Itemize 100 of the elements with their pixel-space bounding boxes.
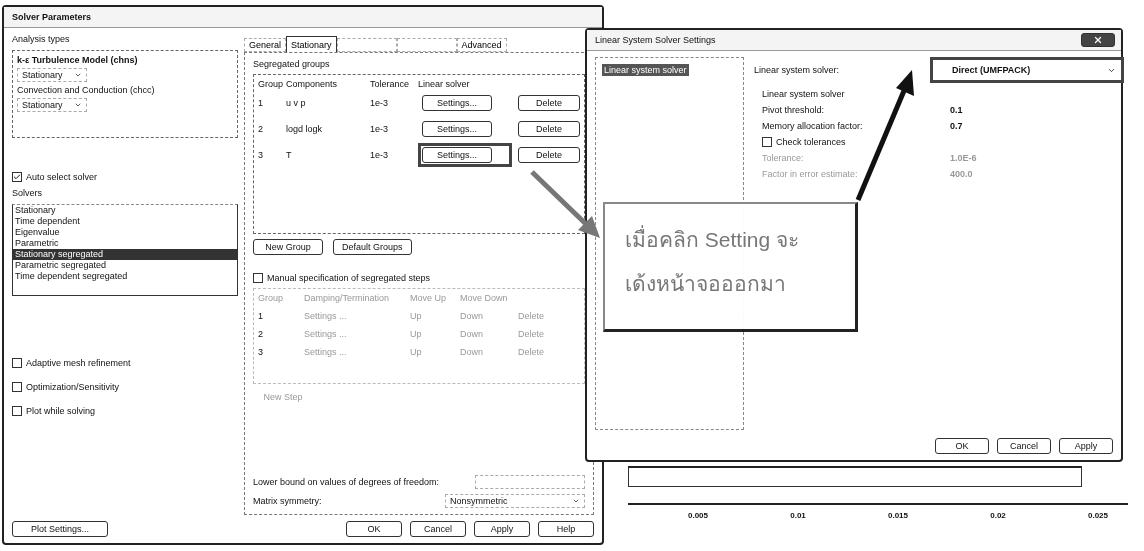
solver-item[interactable]: Time dependent	[13, 216, 237, 227]
field-value: 400.0	[950, 169, 974, 179]
field-value: 1.0E-6	[950, 153, 978, 163]
table-cell-text: Up	[410, 311, 423, 321]
checkbox-label: Plot while solving	[26, 406, 96, 416]
delete-button[interactable]: Delete	[518, 121, 580, 137]
checkbox[interactable]	[12, 406, 22, 416]
window-title: Solver Parameters	[12, 12, 92, 22]
dialog-button[interactable]: Apply	[474, 521, 530, 537]
table-cell-text: Delete	[518, 329, 545, 339]
solver-list[interactable]: Stationary Time dependent Eigenvalue Parametric Stationary segregated Parametric segregated Time dependent segregated	[12, 204, 238, 296]
axis-tick-label: 0.005	[688, 511, 709, 520]
dialog-button[interactable]: Cancel	[997, 438, 1051, 454]
table-cell-text: Settings ...	[304, 347, 348, 357]
table-cell-text: T	[286, 150, 293, 160]
pointer-arrow	[530, 170, 600, 238]
dialog-button[interactable]: OK	[935, 438, 989, 454]
dialog-button[interactable]: Apply	[1059, 438, 1113, 454]
table-cell-text: 3	[258, 347, 264, 357]
section-label: Linear system solver	[762, 89, 846, 99]
column-header: Group	[258, 293, 284, 303]
section-label: Segregated groups	[253, 59, 331, 69]
close-button[interactable]	[1081, 33, 1115, 47]
column-header: Components	[286, 79, 339, 89]
symmetry-dropdown[interactable]: Nonsymmetric	[445, 494, 585, 508]
section-label: Solvers	[12, 188, 43, 198]
tree-item[interactable]: Linear system solver	[602, 64, 689, 76]
checkbox[interactable]	[12, 172, 22, 182]
table-cell-text: Down	[460, 329, 484, 339]
axis-tick-label: 0.02	[990, 511, 1006, 520]
table-cell-text: Up	[410, 329, 423, 339]
solver-item[interactable]: Eigenvalue	[13, 227, 237, 238]
column-header: Tolerance	[370, 79, 411, 89]
field-label: Matrix symmetry:	[253, 496, 322, 506]
tab[interactable]: Stationary	[286, 36, 337, 52]
column-header: Damping/Termination	[304, 293, 391, 303]
table-cell-text: 1	[258, 98, 264, 108]
field-value: 0.7	[950, 121, 964, 131]
input-field[interactable]	[475, 475, 585, 489]
checkbox[interactable]	[12, 358, 22, 368]
checkbox-label: Optimization/Sensitivity	[26, 382, 120, 392]
field-label: Pivot threshold:	[762, 105, 826, 115]
checkbox-label: Check tolerances	[776, 137, 846, 147]
solver-item[interactable]: Stationary	[13, 205, 237, 216]
study-dropdown[interactable]: Stationary	[17, 98, 87, 112]
table-cell-text: Down	[460, 347, 484, 357]
settings-button[interactable]: Settings...	[422, 95, 492, 111]
column-header: Move Up	[410, 293, 447, 303]
delete-button[interactable]: Delete	[518, 147, 580, 163]
field-label: Lower bound on values of degrees of freedom:	[253, 477, 440, 487]
table-cell-text: Down	[460, 311, 484, 321]
delete-button[interactable]: Delete	[518, 95, 580, 111]
table-cell-text: u v p	[286, 98, 307, 108]
table-cell-text: 1e-3	[370, 124, 389, 134]
solver-dropdown[interactable]: Direct (UMFPACK)	[934, 61, 1120, 79]
checkbox[interactable]	[762, 137, 772, 147]
plot-settings-button[interactable]: Plot Settings...	[12, 521, 108, 537]
dialog-button[interactable]: Cancel	[410, 521, 466, 537]
table-cell-text: Settings ...	[304, 311, 348, 321]
checkbox-label: Auto select solver	[26, 172, 98, 182]
section-label: Analysis types	[12, 34, 71, 44]
field-label: Memory allocation factor:	[762, 121, 864, 131]
table-cell-text: Delete	[518, 347, 545, 357]
axis-tick-label: 0.015	[888, 511, 908, 520]
solver-item[interactable]: Parametric	[13, 238, 237, 249]
close-icon	[1093, 35, 1103, 45]
column-header: Linear solver	[418, 79, 471, 89]
group-button[interactable]: Default Groups	[333, 239, 412, 255]
solver-item[interactable]: Stationary segregated	[13, 249, 237, 260]
study-dropdown[interactable]: Stationary	[17, 68, 87, 82]
table-cell-text: 2	[258, 329, 264, 339]
table-cell-text: logd logk	[286, 124, 324, 134]
field-label: Factor in error estimate:	[762, 169, 859, 179]
table-cell-text: Up	[410, 347, 423, 357]
settings-button[interactable]: Settings...	[422, 121, 492, 137]
table-cell-text: 1e-3	[370, 98, 389, 108]
table-cell-text: 3	[258, 150, 264, 160]
solver-item[interactable]: Time dependent segregated	[13, 271, 237, 282]
table-cell-text: Delete	[518, 311, 545, 321]
tab[interactable]: Advanced	[456, 38, 507, 52]
checkbox[interactable]	[12, 382, 22, 392]
dialog-button[interactable]: Help	[538, 521, 594, 537]
table-cell-text: Settings ...	[304, 329, 348, 339]
dialog-button[interactable]: OK	[346, 521, 402, 537]
field-value: 0.1	[950, 105, 964, 115]
table-cell-text: 1e-3	[370, 150, 389, 160]
checkbox-label: Manual specification of segregated steps	[267, 273, 431, 283]
analysis-type-label: k-ε Turbulence Model (chns)	[17, 55, 139, 65]
solver-item[interactable]: Parametric segregated	[13, 260, 237, 271]
table-cell-text: 2	[258, 124, 264, 134]
field-label: Linear system solver:	[754, 65, 841, 75]
axis-tick-label: 0.01	[790, 511, 806, 520]
analysis-type-label: Convection and Conduction (chcc)	[17, 85, 156, 95]
column-header: Move Down	[460, 293, 509, 303]
tab[interactable]: General	[244, 38, 287, 52]
axis-tick-label: 0.025	[1087, 511, 1108, 520]
group-button[interactable]: New Group	[253, 239, 323, 255]
window-title: Linear System Solver Settings	[595, 35, 716, 45]
settings-button[interactable]: Settings...	[422, 147, 492, 163]
field-label: Tolerance:	[762, 153, 805, 163]
